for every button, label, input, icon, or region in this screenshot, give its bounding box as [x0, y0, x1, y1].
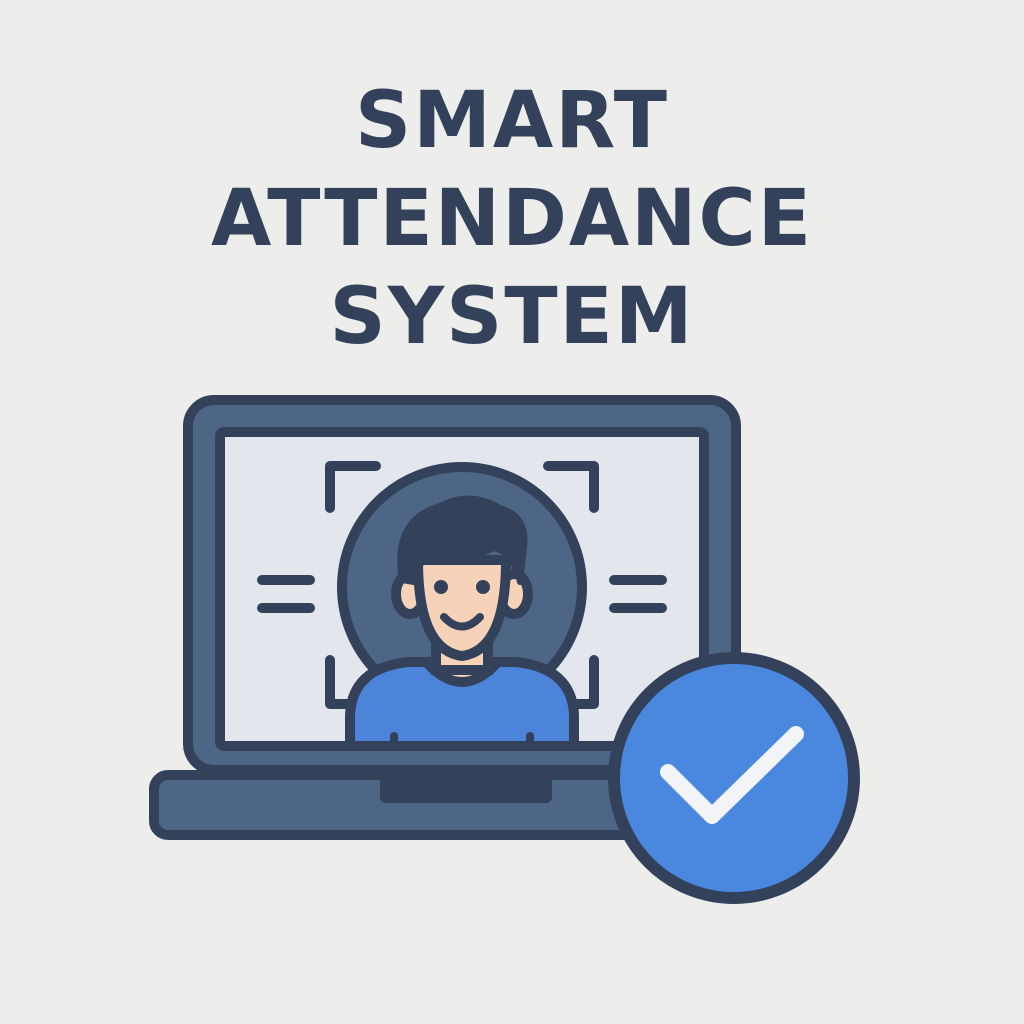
laptop-notch [380, 775, 552, 803]
user-avatar-icon [337, 462, 587, 751]
illustration [149, 395, 860, 904]
check-badge-icon [608, 652, 860, 904]
page: SMART ATTENDANCE SYSTEM [0, 0, 1024, 1024]
